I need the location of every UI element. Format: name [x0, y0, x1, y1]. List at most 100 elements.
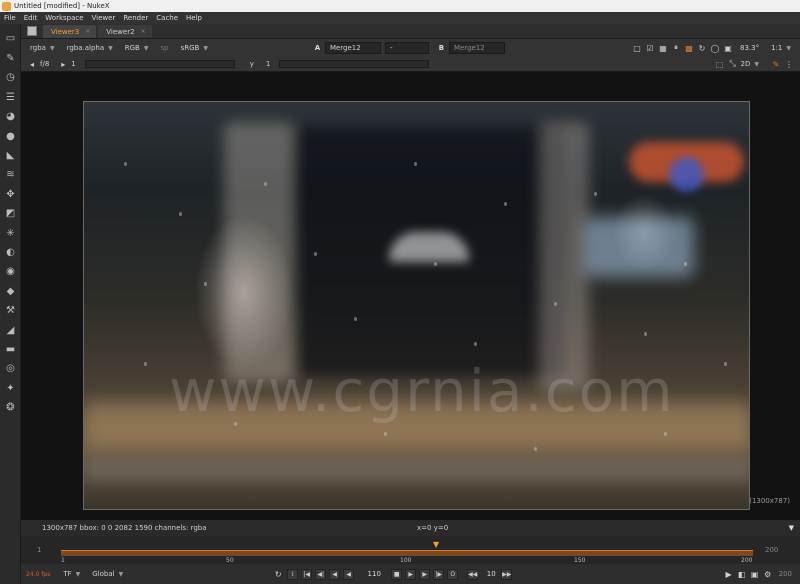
more-icon[interactable]: ⋮	[784, 59, 794, 69]
scope-dropdown[interactable]: Global ▼	[89, 568, 126, 580]
pause-icon[interactable]: ⏸	[671, 43, 681, 53]
timeline-in[interactable]: 1	[37, 546, 41, 554]
keyer-icon[interactable]: ◣	[4, 149, 17, 162]
menu-viewer[interactable]: Viewer	[92, 14, 116, 22]
play-backward-button[interactable]: ◀	[343, 568, 355, 580]
step-forward-button[interactable]: ▶▶	[501, 568, 513, 580]
gain-slider[interactable]	[84, 60, 235, 68]
menu-help[interactable]: Help	[186, 14, 202, 22]
gain-input[interactable]: 1	[68, 58, 78, 70]
lock-icon[interactable]: ▣	[750, 569, 760, 579]
views-icon[interactable]: ◉	[4, 265, 17, 278]
compare-icon[interactable]: ◧	[737, 569, 747, 579]
roi-icon[interactable]: ▢	[632, 43, 642, 53]
tab-viewer3[interactable]: Viewer3 ×	[43, 25, 97, 38]
chevron-down-icon: ▼	[754, 60, 759, 68]
flipbook-icon[interactable]: ▶	[724, 569, 734, 579]
next-keyframe-button[interactable]: |▶	[433, 568, 445, 580]
particles-icon[interactable]: ✳	[4, 227, 17, 240]
channel-icon[interactable]: ☰	[4, 91, 17, 104]
timeline-out[interactable]: 200	[765, 546, 778, 554]
timeline[interactable]: 1 ▼ 1 50 100 150 200 200	[21, 536, 800, 564]
fps-display[interactable]: 24.0 fps	[26, 571, 50, 578]
fstop-value[interactable]: f/8	[37, 58, 52, 70]
time-icon[interactable]: ◷	[4, 71, 17, 84]
merge-icon[interactable]: ≋	[4, 168, 17, 181]
timeline-track[interactable]	[61, 550, 753, 556]
menu-file[interactable]: File	[4, 14, 16, 22]
out-point-button[interactable]: O	[447, 568, 459, 580]
clipping-warning-icon[interactable]: ☑	[645, 43, 655, 53]
view-mode-dropdown[interactable]: 2D ▼	[738, 58, 762, 70]
overlay-icon[interactable]: ▦	[658, 43, 668, 53]
playhead-icon[interactable]: ▼	[433, 541, 441, 551]
filter-icon[interactable]: ●	[4, 130, 17, 143]
step-size-input[interactable]: 10	[484, 569, 498, 580]
next-frame-button[interactable]: ▶	[419, 568, 431, 580]
refresh-icon[interactable]: ↻	[697, 43, 707, 53]
gamma-slider[interactable]	[279, 60, 430, 68]
transform-icon[interactable]: ✥	[4, 188, 17, 201]
ratio-dropdown[interactable]: 1:1 ▼	[768, 42, 794, 54]
transform-handle-icon[interactable]: ⤡	[728, 59, 738, 69]
deep-icon[interactable]: ◐	[4, 246, 17, 259]
b-input-dropdown[interactable]: Merge12	[448, 42, 505, 54]
layer-dropdown[interactable]: rgba ▼	[27, 42, 58, 54]
region-icon[interactable]: ⬚	[715, 59, 725, 69]
a-input-label: A	[314, 44, 321, 52]
viewer-lut-dropdown[interactable]: sRGB ▼	[178, 42, 211, 54]
first-frame-button[interactable]: |◀	[301, 568, 313, 580]
a-input-dropdown[interactable]: Merge12	[324, 42, 381, 54]
step-back-button[interactable]: ◀◀	[467, 568, 479, 580]
loop-icon[interactable]: ↻	[273, 569, 283, 579]
tab-viewer2[interactable]: Viewer2 ×	[98, 25, 152, 38]
close-icon[interactable]: ×	[85, 28, 90, 35]
colorspace-dropdown[interactable]: RGB ▼	[122, 42, 152, 54]
plugins-icon[interactable]: ✦	[4, 382, 17, 395]
furnace-icon[interactable]: ▬	[4, 343, 17, 356]
settings-icon[interactable]: ⚙	[763, 569, 773, 579]
3d-icon[interactable]: ◩	[4, 207, 17, 220]
chevron-down-icon: ▼	[203, 44, 208, 52]
zoom-value: 83.3°	[740, 44, 760, 52]
ocula-icon[interactable]: ◎	[4, 362, 17, 375]
close-icon[interactable]: ×	[141, 28, 146, 35]
viewer-canvas[interactable]: www.cgrnia.com (1300x787)	[21, 72, 800, 520]
frame-number-input[interactable]: 110	[363, 569, 385, 580]
gamma-input[interactable]: 1	[263, 58, 273, 70]
gizmo-icon[interactable]: ❂	[4, 401, 17, 414]
grid-icon[interactable]: ▩	[684, 43, 694, 53]
prev-frame-button[interactable]: ◀	[329, 568, 341, 580]
menu-bar: File Edit Workspace Viewer Render Cache …	[0, 12, 800, 24]
downscale-icon[interactable]: ▣	[723, 43, 733, 53]
arrow-right-icon[interactable]: ▸	[58, 59, 68, 69]
draw-icon[interactable]: ✎	[4, 52, 17, 65]
chevron-down-icon: ▼	[75, 570, 81, 578]
metadata-icon[interactable]: ◆	[4, 285, 17, 298]
lut-toggle[interactable]: sp	[157, 42, 171, 54]
chevron-down-icon: ▼	[108, 44, 113, 52]
gamma-label: y	[249, 60, 254, 68]
arrow-left-icon[interactable]: ◂	[27, 59, 37, 69]
channel-dropdown[interactable]: rgba.alpha ▼	[64, 42, 116, 54]
menu-edit[interactable]: Edit	[24, 14, 38, 22]
pane-menu-icon[interactable]	[27, 26, 37, 36]
image-icon[interactable]: ▭	[4, 32, 17, 45]
other-icon[interactable]: ◢	[4, 324, 17, 337]
proxy-icon[interactable]: ◯	[710, 43, 720, 53]
expand-icon[interactable]: ▼	[789, 524, 794, 532]
play-forward-button[interactable]: ▶	[405, 568, 417, 580]
menu-cache[interactable]: Cache	[156, 14, 178, 22]
menu-render[interactable]: Render	[123, 14, 148, 22]
tf-dropdown[interactable]: TF ▼	[60, 568, 83, 580]
paint-icon[interactable]: ✎	[771, 59, 781, 69]
chevron-down-icon: ▼	[786, 44, 791, 52]
toolsets-icon[interactable]: ⚒	[4, 304, 17, 317]
in-point-button[interactable]: I	[287, 568, 299, 580]
menu-workspace[interactable]: Workspace	[45, 14, 83, 22]
prev-keyframe-button[interactable]: ◀|	[315, 568, 327, 580]
stop-button[interactable]: ■	[391, 568, 403, 580]
blend-mode-dropdown[interactable]: -	[384, 42, 429, 54]
color-icon[interactable]: ◕	[4, 110, 17, 123]
zoom-dropdown[interactable]: 83.3°	[737, 42, 762, 54]
